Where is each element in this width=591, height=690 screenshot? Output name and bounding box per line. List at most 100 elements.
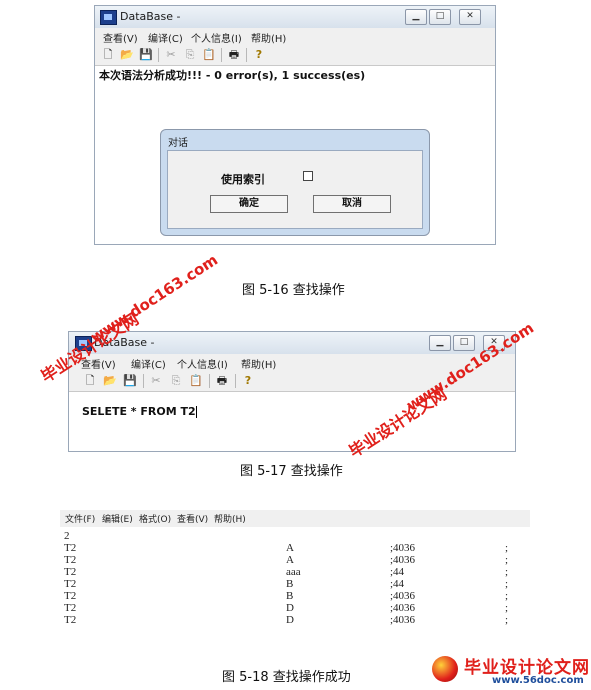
cell-table: T2 bbox=[64, 554, 77, 566]
cell-number: ;44 bbox=[390, 566, 405, 578]
table-row: T2 D ;4036 ; bbox=[60, 614, 530, 626]
menu-personal-info[interactable]: 个人信息(I) bbox=[191, 30, 242, 45]
toolbar: 🗋 📂 💾 ✂ ⎘ 📋 🖶 ? bbox=[95, 45, 495, 66]
cell-number: ;4036 bbox=[390, 602, 416, 614]
paste-icon[interactable]: 📋 bbox=[189, 374, 203, 388]
cell-value: D bbox=[286, 602, 294, 614]
ok-button[interactable]: 确定 bbox=[210, 195, 288, 213]
open-folder-icon[interactable]: 📂 bbox=[120, 48, 134, 62]
site-logo: 毕业设计论文网 www.56doc.com bbox=[432, 650, 590, 690]
notepad-text-area[interactable]: 2 T2 A ;4036 ; T2 A ;4036 ; T2 aaa ;44 ;… bbox=[60, 527, 530, 639]
toolbar-separator bbox=[143, 374, 144, 388]
database-window-2: DataBase - ▁ □ ✕ 查看(V) 编译(C) 个人信息(I) 帮助(… bbox=[68, 331, 516, 452]
notepad-menu-bar: 文件(F) 编辑(E) 格式(O) 查看(V) 帮助(H) bbox=[60, 510, 530, 528]
table-row: T2 A ;4036 ; bbox=[60, 542, 530, 554]
cell-end: ; bbox=[505, 554, 509, 566]
use-index-checkbox[interactable] bbox=[303, 171, 313, 181]
table-row: T2 aaa ;44 ; bbox=[60, 566, 530, 578]
maximize-button[interactable]: □ bbox=[429, 9, 451, 25]
logo-url: www.56doc.com bbox=[492, 675, 584, 686]
cell-value: A bbox=[286, 542, 294, 554]
cell-value: B bbox=[286, 578, 294, 590]
copy-icon[interactable]: ⎘ bbox=[183, 48, 197, 62]
cell-number: ;4036 bbox=[390, 590, 416, 602]
cell-end: ; bbox=[505, 602, 509, 614]
cell-number: ;4036 bbox=[390, 542, 416, 554]
first-line-value: 2 bbox=[64, 530, 70, 542]
menu-help[interactable]: 帮助(H) bbox=[241, 356, 276, 371]
copy-icon[interactable]: ⎘ bbox=[169, 374, 183, 388]
new-file-icon[interactable]: 🗋 bbox=[101, 48, 115, 62]
cell-table: T2 bbox=[64, 614, 77, 626]
maximize-button[interactable]: □ bbox=[453, 335, 475, 351]
menu-file[interactable]: 文件(F) bbox=[65, 512, 95, 525]
help-icon[interactable]: ? bbox=[252, 48, 266, 62]
table-row: T2 D ;4036 ; bbox=[60, 602, 530, 614]
table-row: T2 A ;4036 ; bbox=[60, 554, 530, 566]
caption-figure-5-17: 图 5-17 查找操作 bbox=[240, 464, 343, 479]
cell-table: T2 bbox=[64, 542, 77, 554]
cell-number: ;4036 bbox=[390, 614, 416, 626]
menu-personal-info[interactable]: 个人信息(I) bbox=[177, 356, 228, 371]
cell-table: T2 bbox=[64, 566, 77, 578]
index-dialog: 对话 使用索引 确定 取消 bbox=[160, 129, 430, 236]
menu-view[interactable]: 查看(V) bbox=[177, 512, 208, 525]
text-cursor bbox=[195, 406, 197, 418]
menu-bar: 查看(V) 编译(C) 个人信息(I) 帮助(H) bbox=[69, 354, 515, 371]
table-row: T2 B ;44 ; bbox=[60, 578, 530, 590]
menu-format[interactable]: 格式(O) bbox=[139, 512, 171, 525]
title-bar: DataBase - ▁ □ ✕ bbox=[95, 6, 495, 29]
table-row: T2 B ;4036 ; bbox=[60, 590, 530, 602]
use-index-label: 使用索引 bbox=[221, 173, 265, 186]
cancel-button[interactable]: 取消 bbox=[313, 195, 391, 213]
dialog-body: 使用索引 确定 取消 bbox=[167, 150, 423, 229]
help-icon[interactable]: ? bbox=[241, 374, 255, 388]
minimize-button[interactable]: ▁ bbox=[405, 9, 427, 25]
cell-value: B bbox=[286, 590, 294, 602]
cut-icon[interactable]: ✂ bbox=[164, 48, 178, 62]
cell-end: ; bbox=[505, 590, 509, 602]
toolbar-separator bbox=[158, 48, 159, 62]
window-title: DataBase - bbox=[120, 10, 181, 23]
cell-end: ; bbox=[505, 542, 509, 554]
save-icon[interactable]: 💾 bbox=[139, 48, 153, 62]
save-icon[interactable]: 💾 bbox=[123, 374, 137, 388]
caption-figure-5-16: 图 5-16 查找操作 bbox=[242, 283, 345, 298]
menu-compile[interactable]: 编译(C) bbox=[131, 356, 166, 371]
menu-compile[interactable]: 编译(C) bbox=[148, 30, 183, 45]
cell-value: A bbox=[286, 554, 294, 566]
new-file-icon[interactable]: 🗋 bbox=[83, 374, 97, 388]
close-button[interactable]: ✕ bbox=[459, 9, 481, 25]
minimize-button[interactable]: ▁ bbox=[429, 335, 451, 351]
toolbar-separator bbox=[246, 48, 247, 62]
editor-text: SELETE * FROM T2 bbox=[82, 405, 197, 418]
cell-value: aaa bbox=[286, 566, 301, 578]
menu-help[interactable]: 帮助(H) bbox=[214, 512, 246, 525]
cell-table: T2 bbox=[64, 602, 77, 614]
cell-table: T2 bbox=[64, 578, 77, 590]
paste-icon[interactable]: 📋 bbox=[202, 48, 216, 62]
cell-value: D bbox=[286, 614, 294, 626]
toolbar-separator bbox=[221, 48, 222, 62]
menu-edit[interactable]: 编辑(E) bbox=[102, 512, 133, 525]
cell-end: ; bbox=[505, 614, 509, 626]
open-folder-icon[interactable]: 📂 bbox=[103, 374, 117, 388]
toolbar-separator bbox=[235, 374, 236, 388]
cell-table: T2 bbox=[64, 590, 77, 602]
menu-bar: 查看(V) 编译(C) 个人信息(I) 帮助(H) bbox=[95, 28, 495, 45]
app-icon bbox=[100, 10, 117, 25]
title-bar: DataBase - ▁ □ ✕ bbox=[69, 332, 515, 355]
caption-figure-5-18: 图 5-18 查找操作成功 bbox=[222, 670, 351, 685]
cell-end: ; bbox=[505, 578, 509, 590]
logo-emblem-icon bbox=[432, 656, 458, 682]
toolbar-separator bbox=[209, 374, 210, 388]
cell-number: ;4036 bbox=[390, 554, 416, 566]
menu-view[interactable]: 查看(V) bbox=[103, 30, 138, 45]
print-icon[interactable]: 🖶 bbox=[227, 48, 241, 62]
text-line: 2 bbox=[60, 530, 530, 542]
menu-help[interactable]: 帮助(H) bbox=[251, 30, 286, 45]
cut-icon[interactable]: ✂ bbox=[149, 374, 163, 388]
print-icon[interactable]: 🖶 bbox=[215, 374, 229, 388]
editor-content: SELETE * FROM T2 bbox=[82, 405, 196, 418]
cell-number: ;44 bbox=[390, 578, 405, 590]
